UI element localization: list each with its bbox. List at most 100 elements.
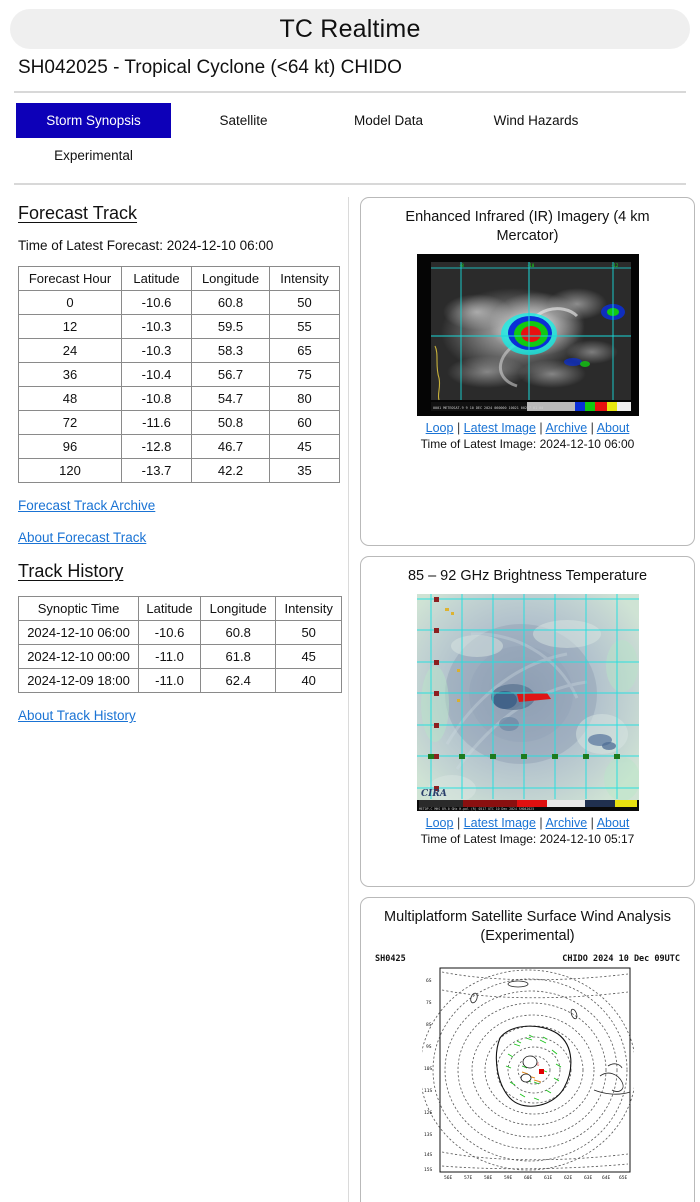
col-intensity: Intensity — [269, 266, 340, 291]
content-columns: Forecast Track Time of Latest Forecast: … — [0, 197, 700, 1202]
wind-storm-id: SH0425 — [375, 954, 406, 964]
cell-lat: -10.3 — [121, 314, 192, 339]
cell-int: 35 — [269, 458, 340, 483]
sep: | — [590, 421, 594, 435]
svg-text:9S: 9S — [426, 1044, 432, 1050]
cell-int: 65 — [269, 338, 340, 363]
left-column: Forecast Track Time of Latest Forecast: … — [0, 197, 342, 1202]
cell-lat: -10.3 — [121, 338, 192, 363]
cell-lat: -13.7 — [121, 458, 192, 483]
table-row: 72 -11.6 50.8 60 — [18, 410, 340, 435]
cell-lat: -11.0 — [138, 668, 201, 693]
sep: | — [539, 421, 543, 435]
microwave-image-caption: METOP-C MHS 89.0 GHz H-pol (R) 0517 UTC … — [419, 807, 534, 811]
track-history-heading: Track History — [18, 561, 124, 581]
microwave-satellite-image[interactable]: CIRA METOP-C MHS 89.0 GHz H-pol (R) 0517… — [416, 594, 640, 811]
ir-latest-image-link[interactable]: Latest Image — [464, 421, 536, 435]
cell-int: 55 — [269, 314, 340, 339]
sep: | — [590, 816, 594, 830]
cell-lon: 60.8 — [191, 290, 270, 315]
ir-archive-link[interactable]: Archive — [545, 421, 587, 435]
tab-satellite[interactable]: Satellite — [171, 103, 316, 138]
card-wind-analysis: Multiplatform Satellite Surface Wind Ana… — [360, 897, 695, 1202]
col-intensity: Intensity — [275, 596, 342, 621]
cell-hour: 96 — [18, 434, 122, 459]
microwave-about-link[interactable]: About — [597, 816, 630, 830]
cell-int: 50 — [275, 620, 342, 645]
cell-hour: 48 — [18, 386, 122, 411]
svg-text:7S: 7S — [426, 1000, 432, 1006]
svg-text:56E: 56E — [444, 1175, 453, 1181]
microwave-image-svg: CIRA METOP-C MHS 89.0 GHz H-pol (R) 0517… — [416, 594, 640, 811]
sep: | — [539, 816, 543, 830]
card-ir-title: Enhanced Infrared (IR) Imagery (4 km Mer… — [405, 209, 650, 244]
cell-int: 60 — [269, 410, 340, 435]
card-ir-imagery: Enhanced Infrared (IR) Imagery (4 km Mer… — [360, 197, 695, 546]
cell-lon: 61.8 — [199, 644, 277, 669]
svg-text:63E: 63E — [584, 1175, 593, 1181]
tab-model-data[interactable]: Model Data — [316, 103, 461, 138]
sep: | — [456, 421, 461, 435]
svg-text:12S: 12S — [424, 1110, 433, 1116]
tab-wind-hazards[interactable]: Wind Hazards — [461, 103, 611, 138]
card-microwave-links: Loop | Latest Image | Archive | About — [367, 816, 688, 830]
about-track-history-link[interactable]: About Track History — [18, 708, 136, 723]
table-row: 2024-12-10 06:00 -10.6 60.8 50 — [17, 620, 342, 645]
ir-image-caption: 0001 METEOSAT-9 9 10 DEC 2024 060000 100… — [433, 406, 543, 410]
wind-analysis-plot[interactable]: {} — [419, 966, 636, 1202]
page-root: TC Realtime SH042025 - Tropical Cyclone … — [0, 9, 700, 1202]
microwave-latest-image-link[interactable]: Latest Image — [464, 816, 536, 830]
cell-lat: -11.0 — [138, 644, 201, 669]
tab-storm-synopsis[interactable]: Storm Synopsis — [16, 103, 171, 138]
ir-satellite-image[interactable]: -8 -10 -12 0001 METEOSAT-9 9 10 DEC 2024… — [416, 254, 639, 416]
ir-about-link[interactable]: About — [597, 421, 630, 435]
svg-text:15S: 15S — [424, 1167, 433, 1173]
col-latitude: Latitude — [121, 266, 192, 291]
cell-int: 40 — [275, 668, 342, 693]
wind-plot-datetime: CHIDO 2024 10 Dec 09UTC — [562, 954, 680, 964]
svg-text:10S: 10S — [424, 1066, 433, 1072]
col-longitude: Longitude — [191, 266, 270, 291]
cell-lon: 50.8 — [191, 410, 270, 435]
svg-text:-12: -12 — [611, 263, 619, 268]
svg-text:62E: 62E — [564, 1175, 573, 1181]
svg-text:-10: -10 — [527, 263, 535, 268]
cell-hour: 24 — [18, 338, 122, 363]
svg-text:8S: 8S — [426, 1022, 432, 1028]
column-divider — [348, 197, 349, 1202]
microwave-archive-link[interactable]: Archive — [545, 816, 587, 830]
table-row: 12 -10.3 59.5 55 — [18, 314, 340, 339]
card-ir-time: Time of Latest Image: 2024-12-10 06:00 — [420, 437, 635, 451]
table-row: 0 -10.6 60.8 50 — [18, 290, 340, 315]
table-row: 36 -10.4 56.7 75 — [18, 362, 340, 387]
table-header-row: Forecast Hour Latitude Longitude Intensi… — [18, 266, 340, 291]
forecast-track-table: Forecast Hour Latitude Longitude Intensi… — [18, 266, 340, 483]
microwave-loop-link[interactable]: Loop — [426, 816, 454, 830]
table-row: 2024-12-10 00:00 -11.0 61.8 45 — [17, 644, 342, 669]
col-forecast-hour: Forecast Hour — [18, 266, 122, 291]
svg-text:58E: 58E — [484, 1175, 493, 1181]
cell-lon: 60.8 — [199, 620, 277, 645]
forecast-track-archive-link[interactable]: Forecast Track Archive — [18, 498, 155, 513]
tab-experimental[interactable]: Experimental — [16, 138, 171, 173]
app-title-banner: TC Realtime — [10, 9, 690, 49]
forecast-track-heading: Forecast Track — [18, 203, 138, 223]
cell-lat: -12.8 — [121, 434, 192, 459]
wind-plot-header: SH0425 CHIDO 2024 10 Dec 09UTC — [367, 954, 688, 966]
header-divider — [14, 91, 686, 93]
cell-time: 2024-12-09 18:00 — [17, 668, 140, 693]
about-forecast-track-link[interactable]: About Forecast Track — [18, 530, 146, 545]
card-microwave-title: 85 – 92 GHz Brightness Temperature — [407, 568, 648, 584]
cell-hour: 12 — [18, 314, 122, 339]
table-row: 120 -13.7 42.2 35 — [18, 458, 340, 483]
ir-image-svg: -8 -10 -12 0001 METEOSAT-9 9 10 DEC 2024… — [416, 254, 639, 416]
cell-lon: 42.2 — [191, 458, 270, 483]
cell-lat: -10.8 — [121, 386, 192, 411]
cell-time: 2024-12-10 00:00 — [17, 644, 140, 669]
cell-lon: 62.4 — [199, 668, 277, 693]
svg-text:57E: 57E — [464, 1175, 473, 1181]
ir-loop-link[interactable]: Loop — [426, 421, 454, 435]
svg-text:11S: 11S — [424, 1088, 433, 1094]
storm-subtitle: SH042025 - Tropical Cyclone (<64 kt) CHI… — [18, 57, 402, 78]
svg-text:64E: 64E — [602, 1175, 611, 1181]
